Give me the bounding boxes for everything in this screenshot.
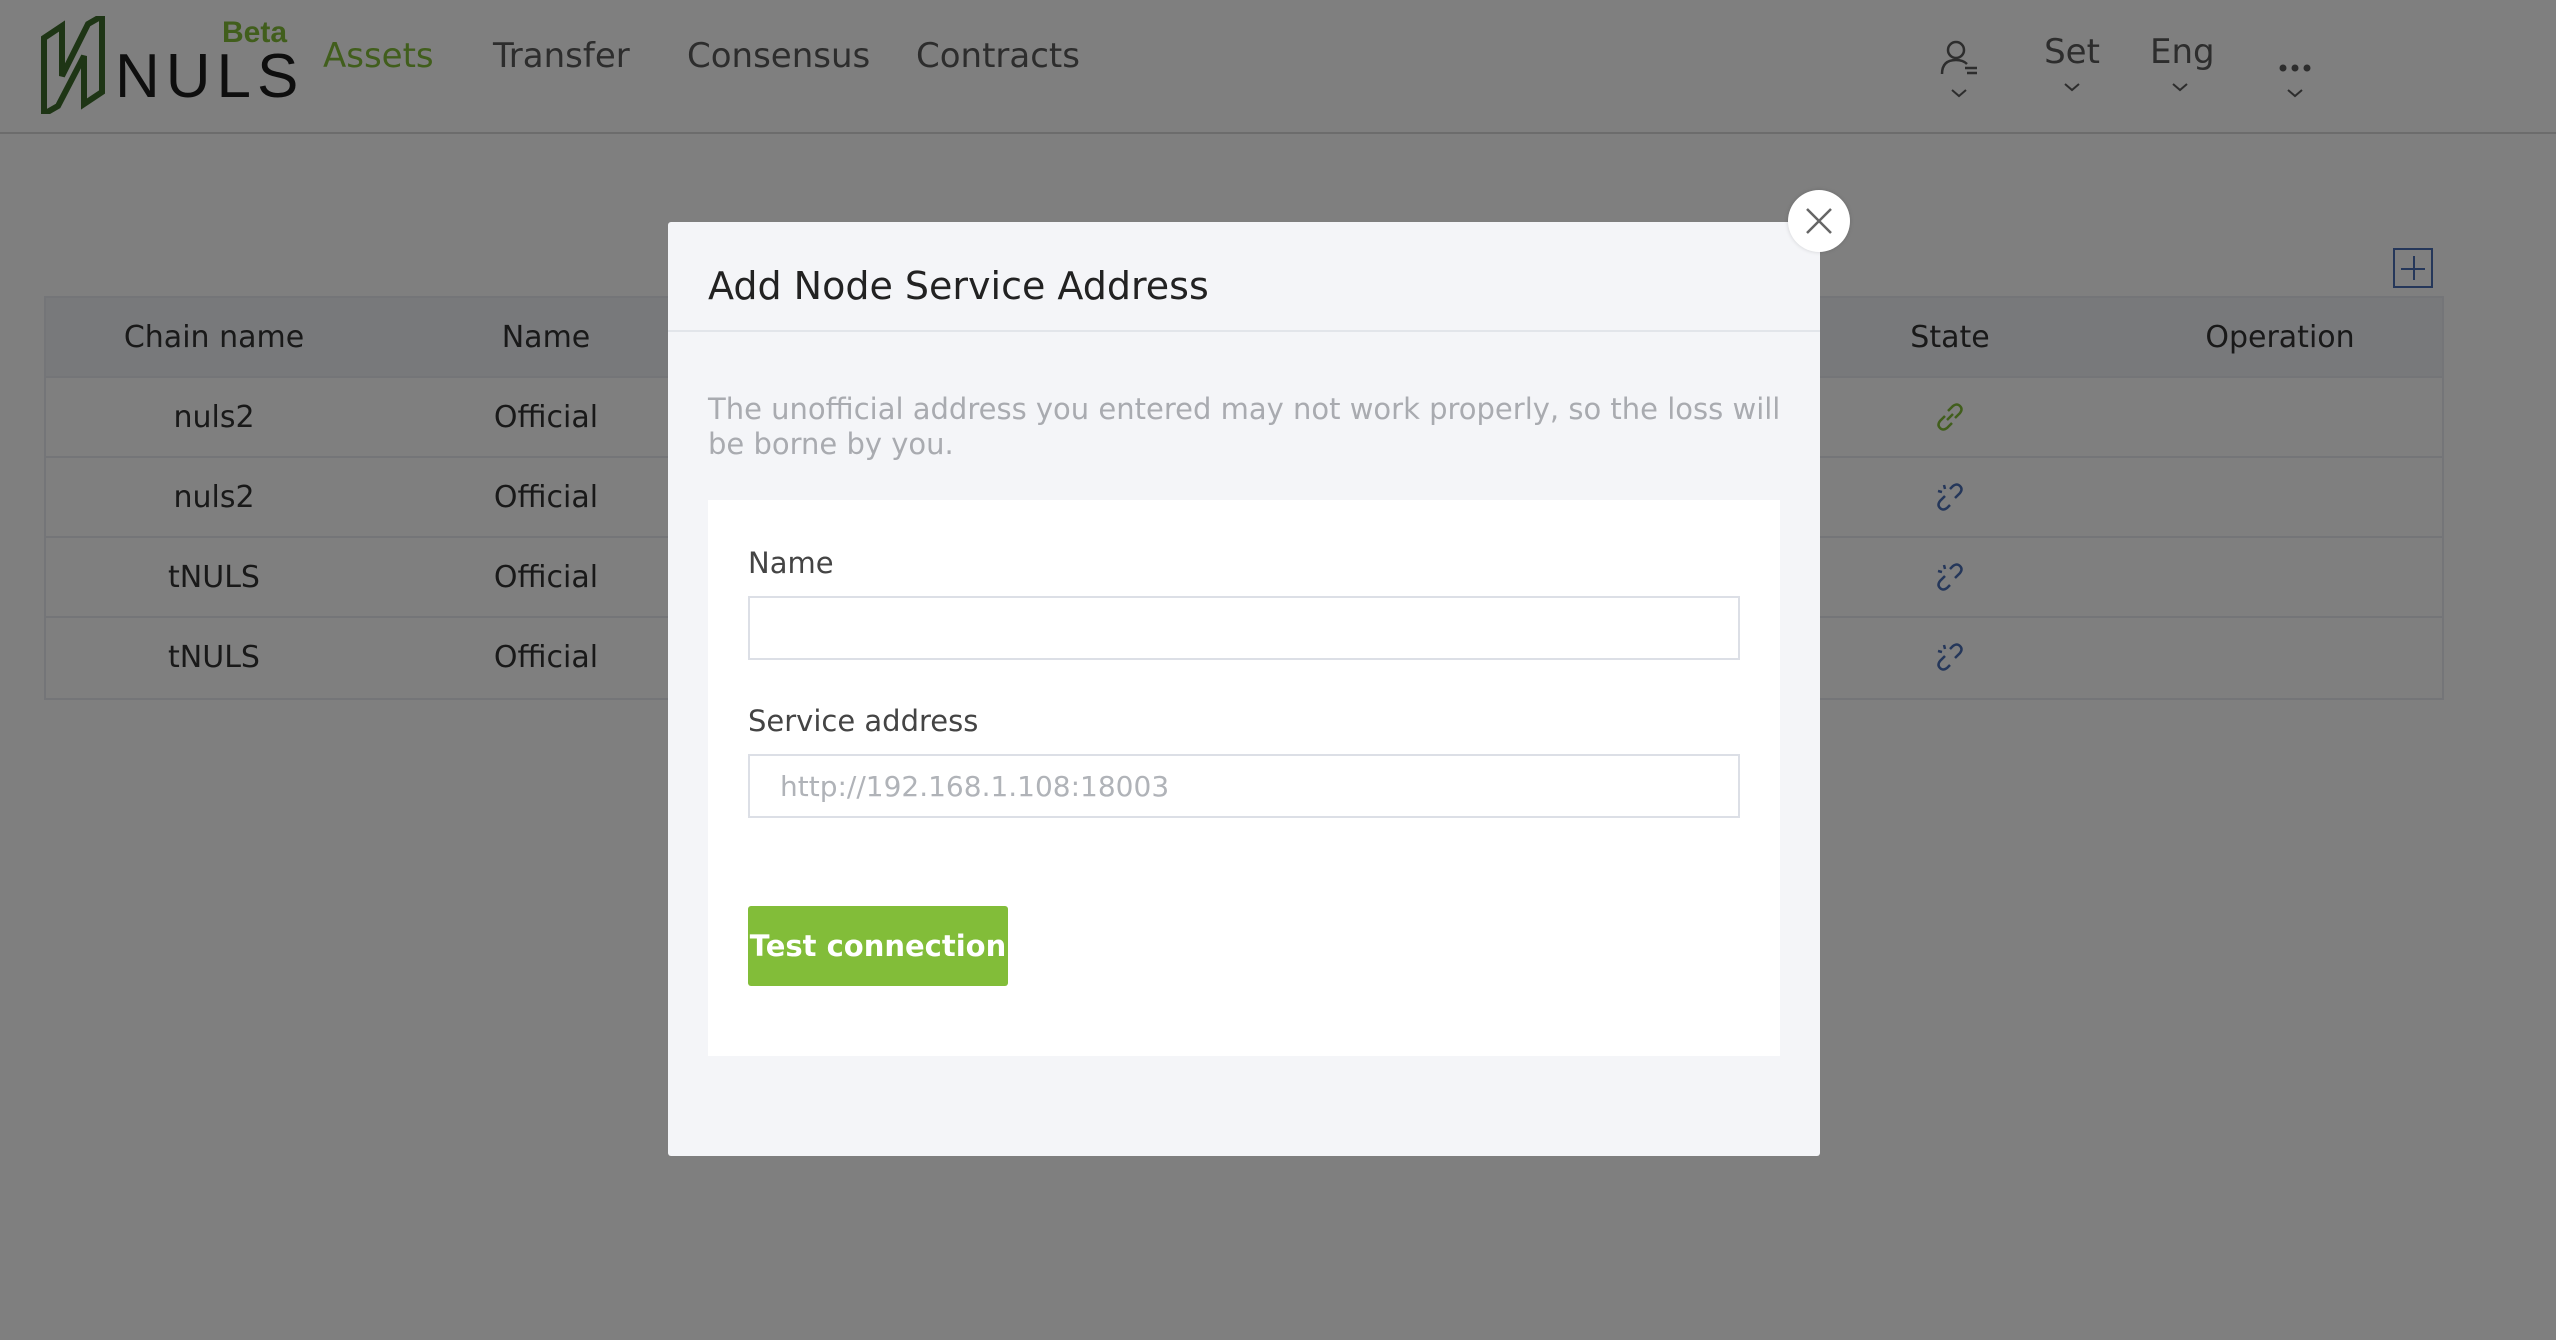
add-node-dialog: Add Node Service Address The unofficial …	[668, 222, 1820, 1156]
service-address-input[interactable]	[748, 754, 1740, 818]
dialog-warning: The unofficial address you entered may n…	[708, 392, 1781, 461]
name-label: Name	[748, 546, 834, 580]
close-icon	[1806, 208, 1832, 234]
dialog-divider	[668, 330, 1820, 332]
form-panel: Name Service address Test connection	[708, 500, 1780, 1056]
dialog-title: Add Node Service Address	[708, 264, 1209, 308]
service-address-label: Service address	[748, 704, 979, 738]
name-input[interactable]	[748, 596, 1740, 660]
test-connection-button[interactable]: Test connection	[748, 906, 1008, 986]
close-dialog-button[interactable]	[1788, 190, 1850, 252]
